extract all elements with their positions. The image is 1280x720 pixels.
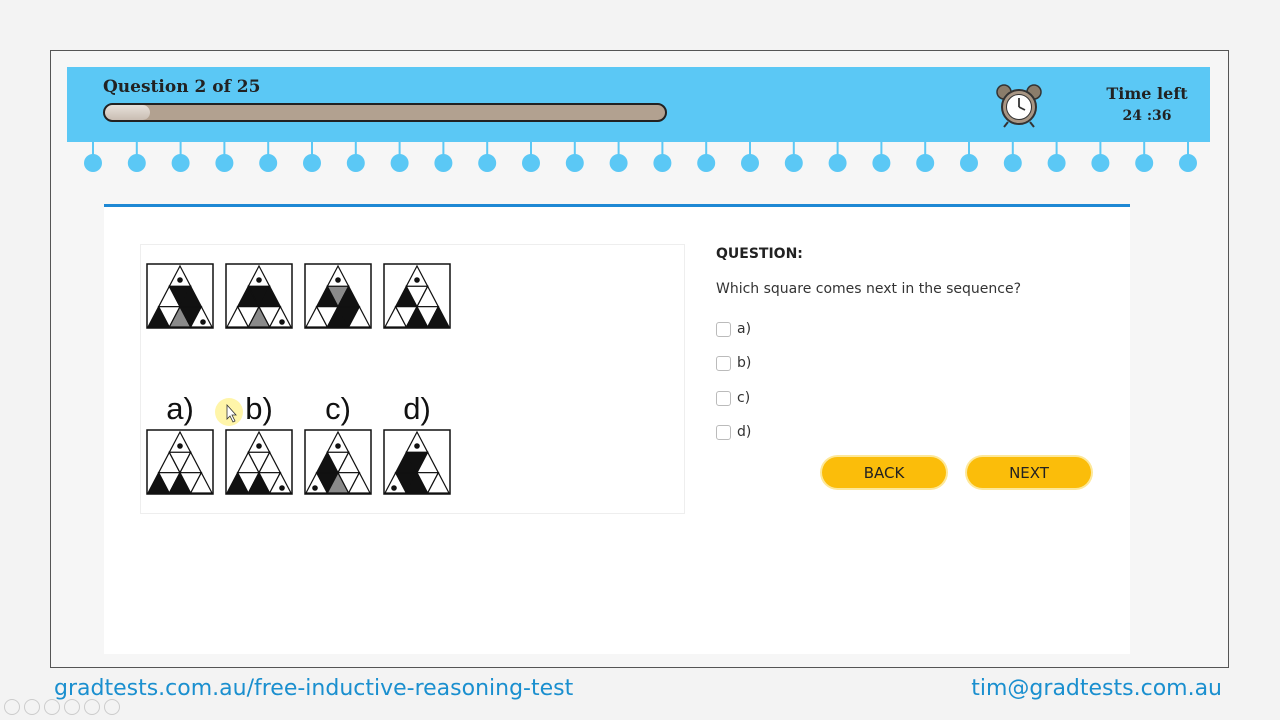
option-b-label: b) xyxy=(737,355,752,371)
puzzle-image: a) b) c) d) xyxy=(140,244,685,514)
alarm-clock-icon xyxy=(996,84,1042,128)
footer-link[interactable]: gradtests.com.au/free-inductive-reasonin… xyxy=(54,676,573,701)
question-text: Which square comes next in the sequence? xyxy=(716,281,1022,297)
option-c-label: c) xyxy=(737,390,751,406)
puzzle-tile xyxy=(225,263,293,329)
back-button[interactable]: BACK xyxy=(822,457,946,488)
puzzle-option-label: b) xyxy=(245,391,273,426)
puzzle-option-label: d) xyxy=(403,391,431,426)
puzzle-tile xyxy=(225,429,293,495)
option-a-checkbox[interactable] xyxy=(716,321,731,337)
option-d-checkbox[interactable] xyxy=(716,424,731,440)
puzzle-option-label: a) xyxy=(166,391,194,426)
option-d-label: d) xyxy=(737,424,752,440)
option-b-checkbox[interactable] xyxy=(716,355,731,371)
option-a[interactable]: a) xyxy=(716,319,751,339)
player-controls xyxy=(4,699,120,715)
next-button[interactable]: NEXT xyxy=(967,457,1091,488)
option-d[interactable]: d) xyxy=(716,422,751,442)
option-b[interactable]: b) xyxy=(716,353,751,373)
question-counter: Question 2 of 25 xyxy=(103,77,261,97)
time-left-label: Time left xyxy=(1106,84,1188,103)
copy-icon[interactable] xyxy=(64,699,80,715)
puzzle-tile xyxy=(146,429,214,495)
rewind-icon[interactable] xyxy=(4,699,20,715)
progress-fill xyxy=(105,105,150,120)
footer-email[interactable]: tim@gradtests.com.au xyxy=(971,676,1222,701)
option-a-label: a) xyxy=(737,321,752,337)
time-left-value: 24 :36 xyxy=(1122,108,1172,124)
forward-icon[interactable] xyxy=(44,699,60,715)
progress-bar xyxy=(103,103,667,122)
puzzle-graphic: a) b) c) d) xyxy=(146,263,451,495)
puzzle-tile xyxy=(304,263,372,329)
more-icon[interactable] xyxy=(104,699,120,715)
puzzle-tile xyxy=(146,263,214,329)
play-icon[interactable] xyxy=(24,699,40,715)
puzzle-tile xyxy=(383,429,451,495)
zoom-icon[interactable] xyxy=(84,699,100,715)
puzzle-option-label: c) xyxy=(325,391,351,426)
option-c[interactable]: c) xyxy=(716,388,750,408)
binder-rings xyxy=(84,142,1197,172)
option-c-checkbox[interactable] xyxy=(716,390,731,406)
puzzle-tile xyxy=(383,263,451,329)
puzzle-tile xyxy=(304,429,372,495)
question-heading: QUESTION: xyxy=(716,246,803,262)
